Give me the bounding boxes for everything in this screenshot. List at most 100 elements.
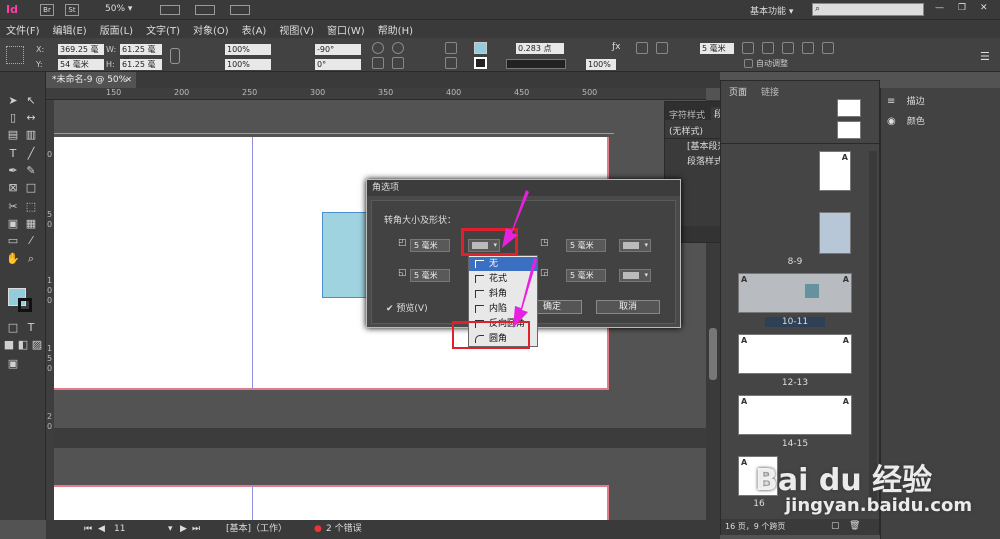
width-field[interactable]: 61.25 毫米: [120, 44, 162, 65]
help-search-input[interactable]: ⌕: [812, 3, 924, 16]
menu-view[interactable]: 视图(V): [273, 20, 321, 37]
menu-edit[interactable]: 编辑(E): [47, 20, 94, 37]
gap-tool-icon[interactable]: ↔: [24, 111, 38, 125]
close-button[interactable]: ✕: [980, 3, 994, 13]
menu-type[interactable]: 文字(T): [140, 20, 187, 37]
master-thumbnail[interactable]: [837, 99, 861, 117]
next-page-icon[interactable]: ▶: [180, 520, 187, 539]
menu-object[interactable]: 对象(O): [187, 20, 236, 37]
selection-tool-icon[interactable]: ➤: [6, 94, 20, 108]
free-transform-tool-icon[interactable]: ⬚: [24, 200, 38, 214]
constrain-proportions-icon[interactable]: [170, 48, 180, 64]
page-tool-icon[interactable]: ▯: [6, 111, 20, 125]
rectangle-frame-tool-icon[interactable]: ⊠: [6, 181, 20, 195]
menu-table[interactable]: 表(A): [236, 20, 274, 37]
eyedropper-tool-icon[interactable]: ⁄: [24, 234, 38, 248]
fit-frame-icon[interactable]: [742, 42, 754, 54]
maximize-button[interactable]: ❐: [958, 3, 972, 13]
reference-point-icon[interactable]: [6, 46, 24, 64]
fit-content-icon[interactable]: [762, 42, 774, 54]
select-container-icon[interactable]: [445, 42, 457, 54]
note-tool-icon[interactable]: ▭: [6, 234, 20, 248]
align-icon[interactable]: [636, 42, 648, 54]
rotate-ccw-icon[interactable]: [392, 42, 404, 54]
pen-tool-icon[interactable]: ✒: [6, 164, 20, 178]
master-status[interactable]: [基本]（工作）: [226, 520, 287, 539]
stroke-panel-button[interactable]: ≡ 描边: [887, 94, 987, 108]
cancel-button[interactable]: 取消: [596, 300, 660, 314]
scale-y-field[interactable]: 100%: [225, 59, 271, 70]
apply-gradient-icon[interactable]: ◧: [16, 338, 30, 352]
view-options-button[interactable]: [160, 5, 180, 15]
line-tool-icon[interactable]: ╱: [24, 147, 38, 161]
master-thumbnail[interactable]: [837, 121, 861, 139]
menu-layout[interactable]: 版面(L): [94, 20, 140, 37]
corner-bottom-left-size[interactable]: 5 毫米: [410, 269, 450, 282]
first-page-icon[interactable]: ⏮: [84, 520, 92, 539]
scroll-thumb[interactable]: [709, 328, 717, 380]
page-number-field[interactable]: 11: [114, 520, 164, 539]
pencil-tool-icon[interactable]: ✎: [24, 164, 38, 178]
stock-button[interactable]: St: [65, 4, 79, 16]
page-number-chevron-icon[interactable]: ▾: [168, 520, 173, 539]
screen-mode-icon[interactable]: ▣: [6, 357, 20, 371]
stroke-type-select[interactable]: [506, 59, 566, 69]
bridge-button[interactable]: Br: [40, 4, 54, 16]
wrap-icon[interactable]: [656, 42, 668, 54]
formatting-text-icon[interactable]: T: [24, 321, 38, 335]
x-position-field[interactable]: 369.25 毫米: [58, 44, 104, 65]
direct-selection-tool-icon[interactable]: ↖: [24, 94, 38, 108]
type-tool-icon[interactable]: T: [6, 147, 20, 161]
zoom-level-select[interactable]: 50% ▾: [105, 4, 145, 16]
page-thumbnail[interactable]: [819, 212, 851, 254]
page-thumbnail[interactable]: AA: [738, 395, 852, 435]
apply-color-icon[interactable]: ■: [2, 338, 16, 352]
screen-mode-button[interactable]: [195, 5, 215, 15]
fit-proportionally-icon[interactable]: [822, 42, 834, 54]
gradient-tool-icon[interactable]: ▣: [6, 217, 20, 231]
hand-tool-icon[interactable]: ✋: [6, 252, 20, 266]
corner-bottom-right-size[interactable]: 5 毫米: [566, 269, 606, 282]
fx-effects-icon[interactable]: ƒx: [612, 42, 624, 54]
last-page-icon[interactable]: ⏭: [192, 520, 200, 539]
previous-page-icon[interactable]: ◀: [98, 520, 105, 539]
next-spread-page[interactable]: [54, 485, 609, 520]
close-icon[interactable]: ✕: [125, 72, 132, 88]
style-none-row[interactable]: (无样式): [669, 124, 703, 137]
menu-window[interactable]: 窗口(W): [321, 20, 372, 37]
flip-horizontal-icon[interactable]: [372, 57, 384, 69]
shear-field[interactable]: 0°: [315, 59, 361, 70]
tab-links[interactable]: 链接: [761, 85, 779, 98]
opacity-field[interactable]: 100%: [586, 59, 616, 70]
minimize-button[interactable]: —: [935, 3, 949, 13]
tab-character-styles[interactable]: 字符样式: [669, 108, 705, 121]
scale-x-field[interactable]: 100%: [225, 44, 271, 55]
panel-menu-icon[interactable]: ☰: [980, 50, 992, 63]
auto-fit-checkbox[interactable]: [744, 59, 753, 68]
corner-bottom-right-shape-select[interactable]: ▾: [619, 269, 651, 282]
menu-help[interactable]: 帮助(H): [372, 20, 420, 37]
content-collector-icon[interactable]: ▤: [6, 128, 20, 142]
page-thumbnail-selected[interactable]: AA: [738, 273, 852, 313]
rotate-cw-icon[interactable]: [372, 42, 384, 54]
arrange-documents-button[interactable]: [230, 5, 250, 15]
rectangle-tool-icon[interactable]: □: [24, 181, 38, 195]
stroke-swatch[interactable]: [474, 57, 487, 69]
formatting-container-icon[interactable]: □: [6, 321, 20, 335]
preview-checkbox[interactable]: ✔ 预览(V): [386, 301, 428, 314]
fitting-size-field[interactable]: 5 毫米: [700, 43, 734, 54]
select-content-icon[interactable]: [445, 57, 457, 69]
fill-frame-icon[interactable]: [802, 42, 814, 54]
corner-top-right-shape-select[interactable]: ▾: [619, 239, 651, 252]
height-field[interactable]: 61.25 毫米: [120, 59, 162, 80]
apply-none-icon[interactable]: ▨: [30, 338, 44, 352]
fill-swatch[interactable]: [474, 42, 487, 54]
page-thumbnail[interactable]: A: [819, 151, 851, 191]
corner-top-right-size[interactable]: 5 毫米: [566, 239, 606, 252]
color-panel-button[interactable]: ◉ 颜色: [887, 114, 987, 128]
gradient-feather-tool-icon[interactable]: ▦: [24, 217, 38, 231]
corner-top-left-size[interactable]: 5 毫米: [410, 239, 450, 252]
tab-pages[interactable]: 页面: [729, 85, 747, 98]
menu-file[interactable]: 文件(F): [0, 20, 47, 37]
page-thumbnail[interactable]: AA: [738, 334, 852, 374]
